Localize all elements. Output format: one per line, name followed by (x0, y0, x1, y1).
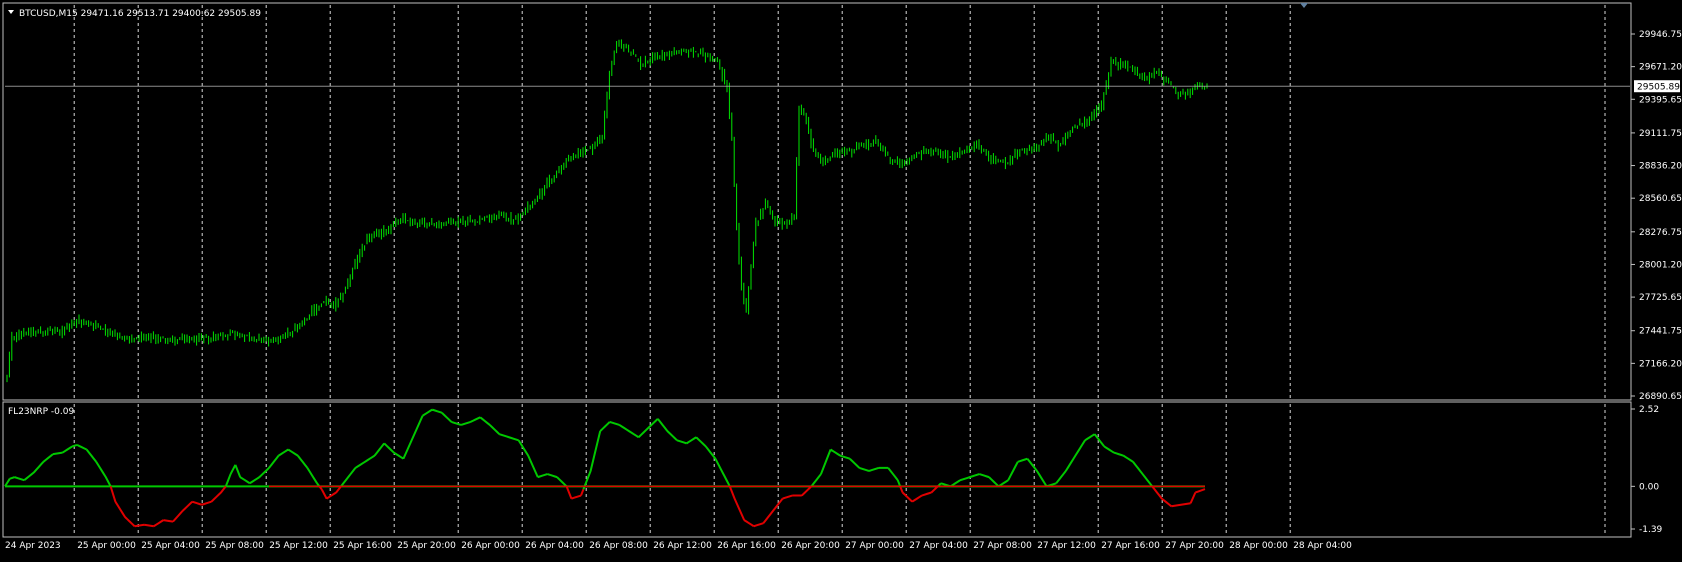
indicator-layer (4, 408, 1206, 528)
x-tick-label: 26 Apr 12:00 (653, 541, 712, 551)
x-tick-label: 25 Apr 04:00 (141, 541, 200, 551)
symbol-dropdown-icon[interactable] (8, 10, 14, 14)
chart-svg[interactable]: BTCUSD,M15 29471.16 29513.71 29400.62 29… (0, 0, 1682, 558)
x-tick-label: 25 Apr 20:00 (397, 541, 456, 551)
indicator-title: FL23NRP -0.09 (8, 407, 74, 417)
x-tick-label: 25 Apr 00:00 (77, 541, 136, 551)
x-tick-label: 27 Apr 04:00 (909, 541, 968, 551)
candles-layer (5, 39, 1630, 383)
y-tick-label: 27166.20 (1639, 359, 1682, 369)
y-tick-label: 29671.20 (1639, 63, 1682, 73)
x-axis: 24 Apr 2023 25 Apr 00:00 25 Apr 04:00 25 Ap… (5, 541, 1352, 551)
chart-window[interactable]: BTCUSD,M15 29471.16 29513.71 29400.62 29… (0, 0, 1682, 558)
indicator-y-tick-label: 0.00 (1639, 482, 1659, 492)
y-tick-label: 29946.75 (1639, 30, 1682, 40)
x-tick-label: 26 Apr 00:00 (461, 541, 520, 551)
x-tick-label: 27 Apr 12:00 (1037, 541, 1096, 551)
x-tick-label: 24 Apr 2023 (5, 541, 61, 551)
main-chart-frame (2, 2, 1632, 401)
x-tick-label: 26 Apr 04:00 (525, 541, 584, 551)
y-tick-label: 29395.65 (1639, 95, 1682, 105)
y-axis: 29946.75 29671.20 29395.65 29111.75 28836.20… (1631, 30, 1682, 535)
y-tick-label: 27725.65 (1639, 293, 1682, 303)
x-tick-label: 28 Apr 00:00 (1229, 541, 1288, 551)
x-tick-label: 26 Apr 08:00 (589, 541, 648, 551)
indicator-line-positive (4, 408, 1153, 490)
y-tick-label: 28560.65 (1639, 194, 1682, 204)
x-tick-label: 25 Apr 12:00 (269, 541, 328, 551)
x-tick-label: 25 Apr 08:00 (205, 541, 264, 551)
x-tick-label: 27 Apr 08:00 (973, 541, 1032, 551)
shift-marker-icon[interactable] (1300, 3, 1308, 8)
indicator-frame (2, 401, 1632, 538)
x-tick-label: 27 Apr 00:00 (845, 541, 904, 551)
y-tick-label: 27441.75 (1639, 327, 1682, 337)
x-tick-label: 28 Apr 04:00 (1293, 541, 1352, 551)
x-tick-label: 27 Apr 16:00 (1101, 541, 1160, 551)
indicator-line-negative (109, 484, 1206, 528)
y-tick-label: 28001.20 (1639, 260, 1682, 270)
x-tick-label: 26 Apr 16:00 (717, 541, 776, 551)
main-chart-title: BTCUSD,M15 29471.16 29513.71 29400.62 29… (19, 9, 261, 19)
y-tick-label: 28836.20 (1639, 162, 1682, 172)
current-price-label: 29505.89 (1637, 83, 1680, 93)
y-tick-label: 28276.75 (1639, 228, 1682, 238)
x-tick-label: 25 Apr 16:00 (333, 541, 392, 551)
x-tick-label: 26 Apr 20:00 (781, 541, 840, 551)
indicator-y-tick-label: -1.39 (1639, 525, 1663, 535)
y-tick-label: 26890.65 (1639, 392, 1682, 402)
x-tick-label: 27 Apr 20:00 (1165, 541, 1224, 551)
y-tick-label: 29111.75 (1639, 129, 1682, 139)
indicator-y-tick-label: 2.52 (1639, 405, 1659, 415)
